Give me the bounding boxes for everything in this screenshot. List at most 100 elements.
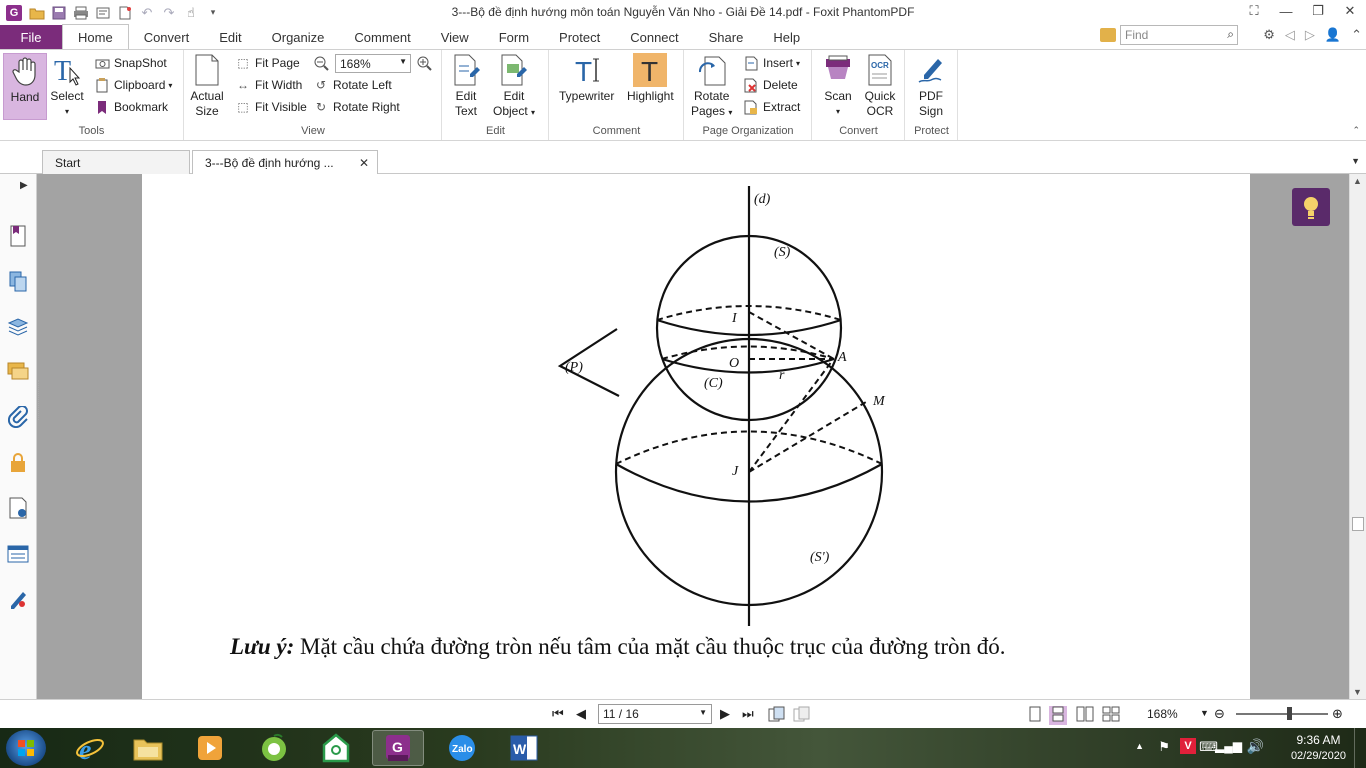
tab-convert[interactable]: Convert xyxy=(129,25,205,49)
search-icon[interactable]: ⌕ xyxy=(1227,27,1234,42)
tab-comment[interactable]: Comment xyxy=(339,25,425,49)
scroll-down-arrow-icon[interactable]: ▼ xyxy=(1353,687,1362,697)
undo-icon[interactable]: ↶ xyxy=(138,4,156,22)
continuous-view-icon[interactable] xyxy=(1049,706,1067,725)
tab-help[interactable]: Help xyxy=(758,25,815,49)
first-page-button[interactable]: ⏮ xyxy=(552,706,564,722)
tab-list-dropdown-icon[interactable]: ▼ xyxy=(1351,156,1360,166)
taskbar-coccoc-browser[interactable] xyxy=(248,730,300,766)
scroll-up-arrow-icon[interactable]: ▲ xyxy=(1353,176,1362,186)
zoom-slider-knob[interactable] xyxy=(1287,707,1292,720)
save-icon[interactable] xyxy=(50,4,68,22)
zoom-out-button[interactable] xyxy=(313,53,333,73)
rotate-pages-button[interactable]: Rotate Pages ▾ xyxy=(691,53,732,120)
tab-view[interactable]: View xyxy=(426,25,484,49)
zoom-in-circle-icon[interactable]: ⊕ xyxy=(1332,706,1343,722)
layers-panel-icon[interactable] xyxy=(6,315,30,339)
tab-connect[interactable]: Connect xyxy=(615,25,693,49)
fit-width-button[interactable]: ↔ Fit Width xyxy=(235,75,302,95)
volume-icon[interactable]: 🔊 xyxy=(1247,738,1264,755)
tab-organize[interactable]: Organize xyxy=(257,25,340,49)
action-center-flag-icon[interactable]: ⚑ xyxy=(1158,739,1170,755)
single-page-view-icon[interactable] xyxy=(1028,706,1042,725)
tab-document[interactable]: 3---Bộ đề định hướng ... ✕ xyxy=(192,150,378,174)
hand-tool-qat-icon[interactable]: ☝ xyxy=(182,4,200,22)
show-hidden-icons[interactable]: ▲ xyxy=(1135,741,1144,751)
tab-share[interactable]: Share xyxy=(694,25,759,49)
zoom-slider-track[interactable] xyxy=(1236,713,1328,715)
minimize-button[interactable]: — xyxy=(1270,0,1302,22)
forward-arrow-icon[interactable]: ▷ xyxy=(1305,27,1315,43)
tab-file[interactable]: File xyxy=(0,25,62,49)
new-document-icon[interactable] xyxy=(116,4,134,22)
document-viewport[interactable]: (d) (S) (S') (P) (C) I O A r M J Lưu ý: … xyxy=(37,174,1349,699)
extract-button[interactable]: Extract xyxy=(743,97,800,117)
zoom-in-button[interactable] xyxy=(416,53,436,73)
pdf-sign-button[interactable]: PDF Sign xyxy=(914,53,948,119)
close-tab-icon[interactable]: ✕ xyxy=(359,156,369,170)
user-account-icon[interactable]: 👤 xyxy=(1325,27,1341,43)
clipboard-button[interactable]: Clipboard ▾ xyxy=(94,75,172,95)
start-button[interactable] xyxy=(6,730,46,766)
customize-qat-icon[interactable]: ▾ xyxy=(204,4,222,22)
taskbar-microsoft-word[interactable]: W xyxy=(498,730,550,766)
tab-home[interactable]: Home xyxy=(62,24,129,49)
previous-view-icon[interactable] xyxy=(768,706,786,725)
taskbar-zalo[interactable]: Zalo xyxy=(436,730,488,766)
tab-form[interactable]: Form xyxy=(484,25,544,49)
scrollbar-thumb[interactable] xyxy=(1352,517,1364,531)
taskbar-foxit-phantompdf[interactable]: G xyxy=(372,730,424,766)
edit-text-button[interactable]: Edit Text xyxy=(449,53,483,119)
attachments-panel-icon[interactable] xyxy=(6,405,30,429)
back-arrow-icon[interactable]: ◁ xyxy=(1285,27,1295,43)
scan-button[interactable]: Scan ▾ xyxy=(821,53,855,119)
collapse-ribbon-icon[interactable]: ⌃ xyxy=(1351,27,1362,43)
signatures-panel-icon[interactable] xyxy=(6,496,30,520)
typewriter-button[interactable]: T Typewriter xyxy=(559,53,614,104)
antivirus-v-icon[interactable]: V xyxy=(1180,738,1196,754)
print-icon[interactable] xyxy=(72,4,90,22)
full-screen-icon[interactable]: ⛶ xyxy=(1238,0,1270,22)
taskbar-media-player[interactable] xyxy=(184,730,236,766)
properties-icon[interactable] xyxy=(94,4,112,22)
expand-panel-icon[interactable]: ▶ xyxy=(20,180,28,191)
tips-lightbulb-button[interactable] xyxy=(1292,188,1330,226)
bookmarks-panel-icon[interactable] xyxy=(6,224,30,248)
settings-gear-icon[interactable]: ⚙ xyxy=(1263,27,1275,43)
next-page-button[interactable]: ▶ xyxy=(720,706,730,722)
find-options-folder-icon[interactable] xyxy=(1100,28,1116,42)
vertical-scrollbar[interactable]: ▲ ▼ xyxy=(1349,174,1366,699)
system-clock[interactable]: 9:36 AM 02/29/2020 xyxy=(1291,732,1346,764)
bookmark-button[interactable]: Bookmark xyxy=(94,97,168,117)
network-signal-icon[interactable]: ▂▄▆ xyxy=(1215,739,1242,753)
content-panel-icon[interactable] xyxy=(6,542,30,566)
tab-edit[interactable]: Edit xyxy=(204,25,256,49)
highlight-button[interactable]: T Highlight xyxy=(627,53,674,104)
zoom-out-circle-icon[interactable]: ⊖ xyxy=(1214,706,1225,722)
redo-icon[interactable]: ↷ xyxy=(160,4,178,22)
select-button[interactable]: T Select ▾ xyxy=(50,53,84,119)
hand-button[interactable]: Hand xyxy=(3,53,47,120)
taskbar-file-explorer[interactable] xyxy=(122,730,174,766)
previous-page-button[interactable]: ◀ xyxy=(576,706,586,722)
tab-protect[interactable]: Protect xyxy=(544,25,615,49)
pages-panel-icon[interactable] xyxy=(6,270,30,294)
rotate-left-button[interactable]: ↺ Rotate Left xyxy=(313,75,392,95)
continuous-facing-view-icon[interactable] xyxy=(1102,706,1120,725)
certify-panel-icon[interactable] xyxy=(6,587,30,611)
close-button[interactable]: ✕ xyxy=(1334,0,1366,22)
delete-button[interactable]: Delete xyxy=(743,75,798,95)
taskbar-app-green-house[interactable] xyxy=(310,730,362,766)
find-input[interactable]: Find ⌕ xyxy=(1120,25,1238,45)
restore-button[interactable]: ❐ xyxy=(1302,0,1334,22)
statusbar-zoom-value[interactable]: 168% xyxy=(1147,707,1178,721)
page-number-input[interactable]: 11 / 16 ▼ xyxy=(598,704,712,724)
taskbar-internet-explorer[interactable]: e xyxy=(64,730,116,766)
last-page-button[interactable]: ⏭ xyxy=(742,706,754,722)
statusbar-zoom-dropdown-icon[interactable]: ▼ xyxy=(1200,708,1209,718)
tab-start[interactable]: Start xyxy=(42,150,190,174)
show-desktop-button[interactable] xyxy=(1354,728,1366,768)
fit-page-button[interactable]: ⬚ Fit Page xyxy=(235,53,299,73)
next-view-icon[interactable] xyxy=(793,706,811,725)
insert-button[interactable]: Insert ▾ xyxy=(743,53,800,73)
